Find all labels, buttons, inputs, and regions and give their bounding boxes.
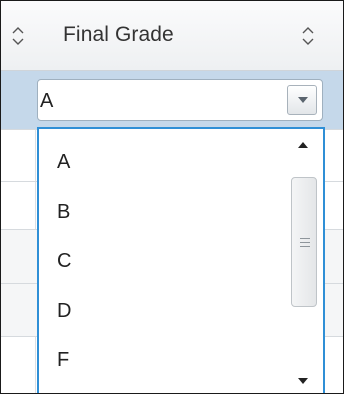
grade-combobox[interactable]: A — [37, 79, 323, 121]
scroll-down-icon[interactable] — [297, 377, 309, 385]
option-b[interactable]: B — [57, 201, 70, 224]
grid-frame: Final Grade A A B C D F — [0, 0, 344, 394]
scroll-up-icon[interactable] — [297, 141, 309, 149]
column-header[interactable]: Final Grade — [1, 1, 343, 71]
chevron-down-icon — [298, 97, 308, 103]
option-d[interactable]: D — [57, 300, 71, 323]
grade-input[interactable]: A — [40, 90, 53, 113]
dropdown-list[interactable]: A B C D F — [37, 127, 325, 393]
option-f[interactable]: F — [57, 349, 69, 372]
dropdown-toggle-button[interactable] — [287, 85, 317, 115]
column-title: Final Grade — [63, 23, 174, 46]
scroll-thumb[interactable] — [291, 177, 317, 307]
sort-icon[interactable] — [11, 25, 25, 47]
sort-icon[interactable] — [301, 25, 315, 47]
dropdown-scrollbar[interactable] — [289, 133, 319, 393]
option-c[interactable]: C — [57, 250, 71, 273]
option-a[interactable]: A — [57, 151, 70, 174]
grip-icon — [300, 238, 310, 250]
